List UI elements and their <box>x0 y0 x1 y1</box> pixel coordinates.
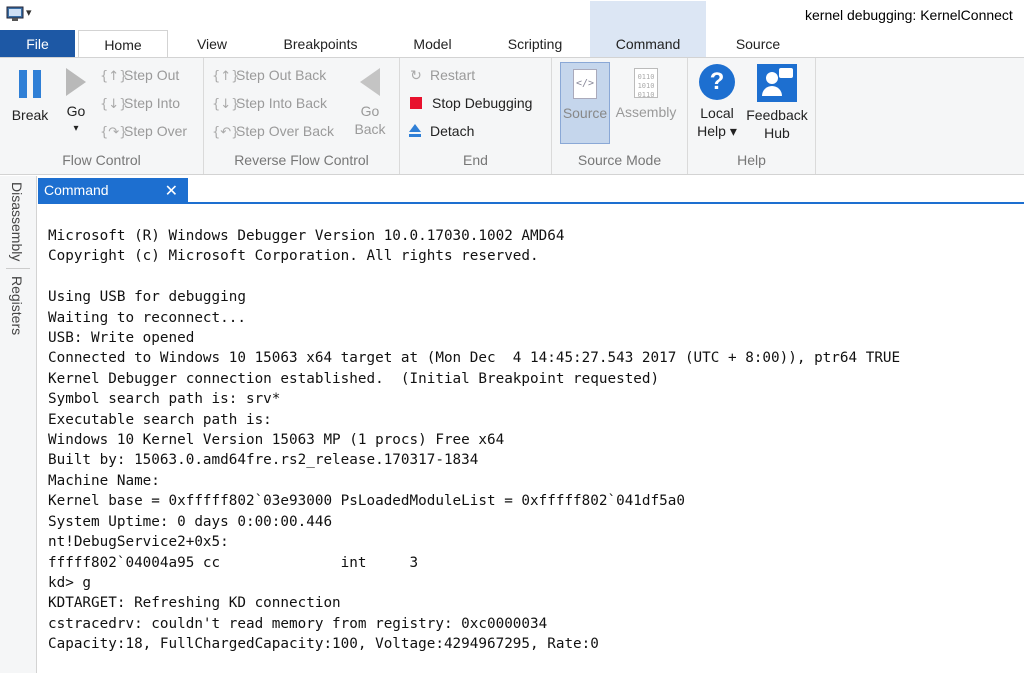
detach-button[interactable]: Detach <box>406 120 474 142</box>
source-code-icon: </> <box>573 69 597 99</box>
assembly-mode-label: Assembly <box>615 104 677 120</box>
group-label-source-mode: Source Mode <box>577 152 662 168</box>
step-into-icon: {↓} <box>100 97 128 112</box>
step-out-button[interactable]: {↑}Step Out <box>100 64 179 86</box>
go-back-button[interactable]: Go Back <box>350 68 390 138</box>
restart-button[interactable]: ↻ Restart <box>406 64 475 86</box>
side-divider <box>6 268 30 269</box>
step-out-icon: {↑} <box>100 69 128 84</box>
windbg-app-icon[interactable] <box>6 6 24 22</box>
tab-command[interactable]: Command <box>590 30 706 58</box>
feedback-hub-label-1: Feedback <box>746 107 808 123</box>
tab-scripting[interactable]: Scripting <box>495 30 575 58</box>
step-over-back-icon: {↶} <box>212 125 240 140</box>
group-label-end: End <box>463 152 488 168</box>
detach-icon <box>408 124 422 138</box>
break-button[interactable]: Break <box>8 70 52 124</box>
side-tab-registers[interactable]: Registers <box>9 276 25 335</box>
tab-home[interactable]: Home <box>78 30 168 59</box>
stop-debugging-button[interactable]: Stop Debugging <box>406 92 532 114</box>
group-label-help: Help <box>737 152 766 168</box>
step-out-back-button[interactable]: {↑}Step Out Back <box>212 64 326 86</box>
assembly-code-icon: 0110 1010 0110 <box>634 68 658 99</box>
feedback-hub-icon <box>757 64 797 102</box>
step-out-back-label: Step Out Back <box>236 67 327 83</box>
step-into-back-label: Step Into Back <box>236 95 328 111</box>
command-output-text: Microsoft (R) Windows Debugger Version 1… <box>48 228 901 653</box>
group-reverse-flow-control: {↑}Step Out Back {↓}Step Into Back {↶}St… <box>204 58 400 174</box>
go-back-icon <box>360 68 380 96</box>
tab-file[interactable]: File <box>0 30 75 58</box>
feedback-hub-button[interactable]: Feedback Hub <box>744 62 810 142</box>
assembly-mode-button[interactable]: 0110 1010 0110 Assembly <box>613 62 679 144</box>
tab-model[interactable]: Model <box>400 30 465 58</box>
source-mode-label: Source <box>562 105 608 121</box>
group-flow-control: Break Go ▾ {↑}Step Out {↓}Step Into {↷}S… <box>0 58 204 174</box>
feedback-hub-label-2: Hub <box>764 125 790 141</box>
step-over-button[interactable]: {↷}Step Over <box>100 120 187 142</box>
group-label-reverse-flow-control: Reverse Flow Control <box>234 152 369 168</box>
command-output-area[interactable]: Microsoft (R) Windows Debugger Version 1… <box>38 204 1024 673</box>
title-bar: ▾ kernel debugging: KernelConnect <box>0 0 1024 30</box>
step-into-back-icon: {↓} <box>212 97 240 112</box>
help-question-icon: ? <box>699 64 735 100</box>
go-dropdown-icon[interactable]: ▾ <box>58 120 94 138</box>
step-over-icon: {↷} <box>100 125 128 140</box>
tab-command-context-band <box>590 1 706 30</box>
tab-breakpoints[interactable]: Breakpoints <box>268 30 373 58</box>
tab-view[interactable]: View <box>182 30 242 58</box>
stop-icon <box>410 97 422 109</box>
step-into-label: Step Into <box>124 95 181 111</box>
break-label: Break <box>11 107 49 123</box>
step-out-label: Step Out <box>124 67 180 83</box>
side-tab-disassembly[interactable]: Disassembly <box>9 182 25 261</box>
step-into-button[interactable]: {↓}Step Into <box>100 92 180 114</box>
local-help-label-1: Local <box>700 105 734 121</box>
step-into-back-button[interactable]: {↓}Step Into Back <box>212 92 327 114</box>
step-over-label: Step Over <box>124 123 188 139</box>
local-help-label-2: Help ▾ <box>697 123 737 139</box>
command-window-tab[interactable]: Command ✕ <box>38 178 188 203</box>
go-label: Go <box>66 103 86 119</box>
stop-debugging-label: Stop Debugging <box>432 95 533 111</box>
quick-access-dropdown-icon[interactable]: ▾ <box>26 6 32 19</box>
tab-source[interactable]: Source <box>722 30 794 58</box>
step-over-back-button[interactable]: {↶}Step Over Back <box>212 120 334 142</box>
restart-icon: ↻ <box>410 68 422 84</box>
close-icon[interactable]: ✕ <box>165 178 178 203</box>
go-back-label-1: Go <box>360 103 380 119</box>
ribbon: Break Go ▾ {↑}Step Out {↓}Step Into {↷}S… <box>0 57 1024 175</box>
ribbon-tabs: File Home View Breakpoints Model Scripti… <box>0 1 1024 59</box>
go-button[interactable]: Go ▾ <box>58 68 94 138</box>
window-title: kernel debugging: KernelConnect <box>805 7 1013 23</box>
pause-icon <box>19 70 41 98</box>
local-help-button[interactable]: ? Local Help ▾ <box>694 62 740 140</box>
step-out-back-icon: {↑} <box>212 69 240 84</box>
group-help: ? Local Help ▾ Feedback Hub Help <box>688 58 816 174</box>
go-back-label-2: Back <box>354 121 386 137</box>
command-tab-label: Command <box>44 182 109 198</box>
step-over-back-label: Step Over Back <box>236 123 335 139</box>
source-mode-button[interactable]: </> Source <box>560 62 610 144</box>
detach-label: Detach <box>430 123 475 139</box>
play-icon <box>66 68 86 96</box>
group-label-flow-control: Flow Control <box>62 152 141 168</box>
restart-label: Restart <box>430 67 476 83</box>
group-end: ↻ Restart Stop Debugging Detach End <box>400 58 552 174</box>
side-panel: Disassembly Registers <box>0 176 37 673</box>
